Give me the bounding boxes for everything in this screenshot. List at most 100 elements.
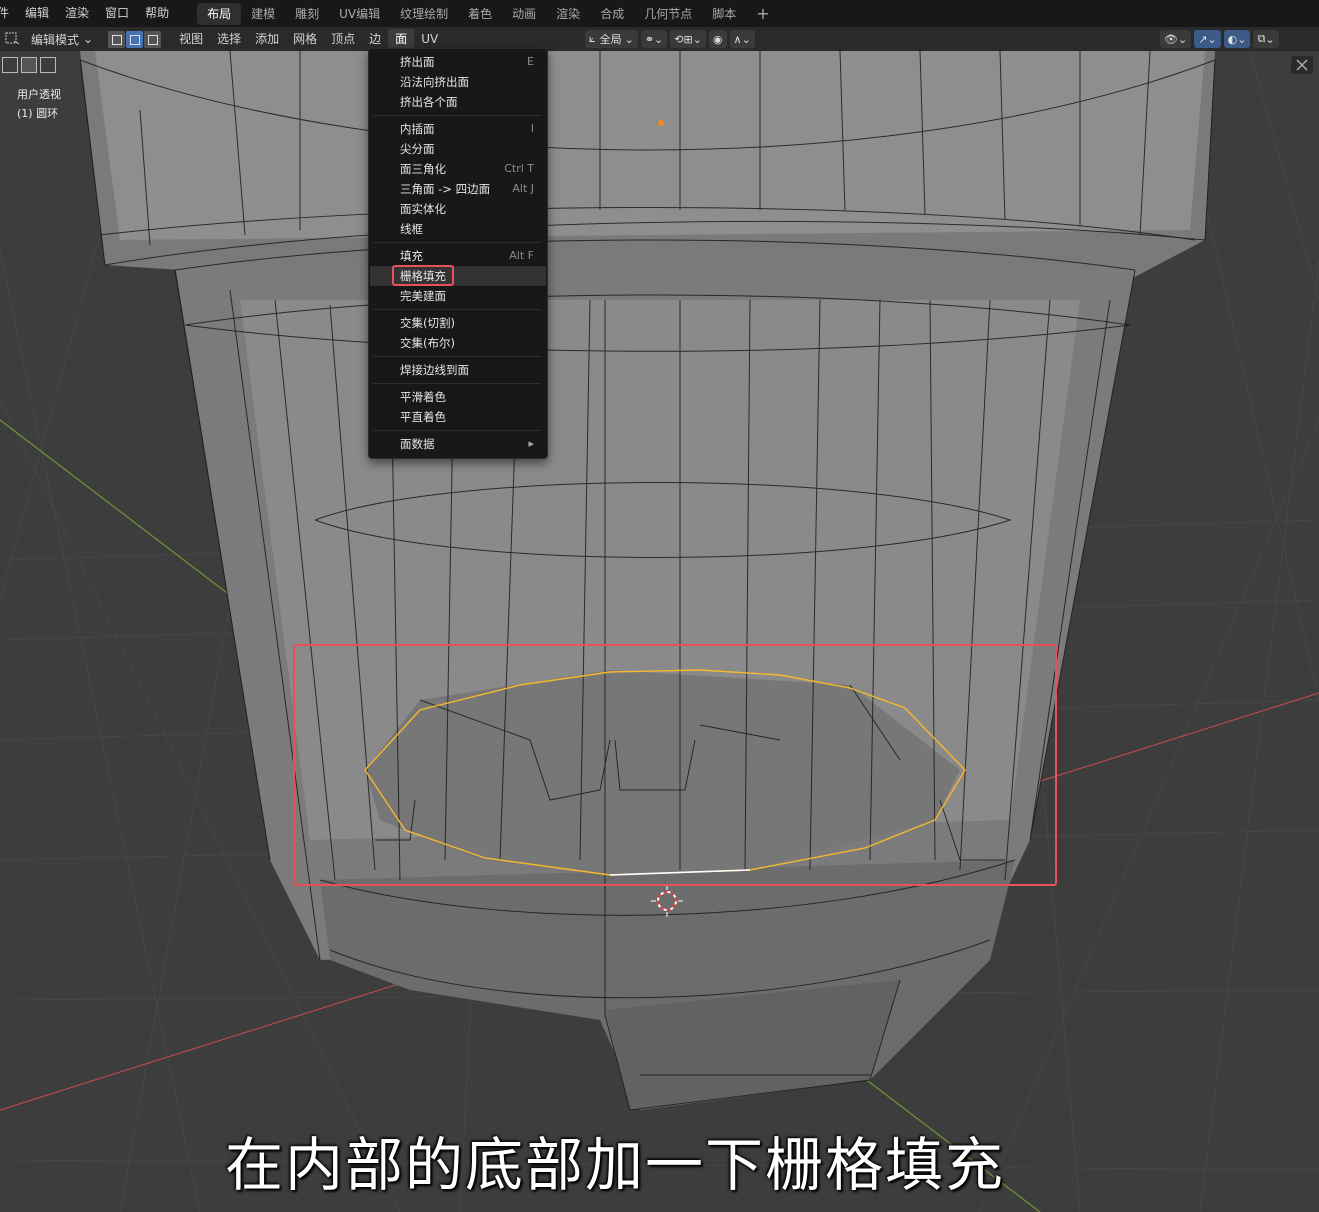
- header-menu-vertex[interactable]: 顶点: [324, 27, 362, 51]
- menu-separator: [373, 242, 541, 243]
- face-select-button[interactable]: [144, 30, 162, 48]
- header-menu-view[interactable]: 视图: [172, 27, 210, 51]
- pot-mesh: [80, 51, 1215, 1110]
- viewport-header: 编辑模式 ⌄ 视图 选择 添加 网格 顶点 边 面 UV ⟀ 全局 ⌄ ⚭ ⌄ ⟲…: [0, 27, 1319, 51]
- xray-dropdown[interactable]: ⧉ ⌄: [1253, 30, 1279, 48]
- snap-increment-icon: ⊞: [683, 32, 693, 46]
- chevron-down-icon: ⌄: [624, 32, 634, 46]
- annotation-highlight-box: [293, 644, 1057, 886]
- snap-dropdown[interactable]: ⟲ ⊞ ⌄: [670, 30, 706, 48]
- mode-label: 编辑模式: [31, 32, 80, 47]
- menu-item-label: 面实体化: [400, 202, 446, 216]
- menu-item-wireframe[interactable]: 线框: [370, 219, 546, 239]
- tutorial-caption: 在内部的底部加一下栅格填充: [224, 1131, 1005, 1199]
- 3d-viewport[interactable]: 用户透视 (1) 圆环: [0, 51, 1319, 1212]
- falloff-icon: ∧: [733, 32, 742, 46]
- menu-edit[interactable]: 编辑: [17, 0, 57, 27]
- falloff-dropdown[interactable]: ∧ ⌄: [729, 30, 755, 48]
- grid-fill-highlight-box: [392, 265, 454, 286]
- select-subtract-icon[interactable]: [40, 57, 56, 73]
- edge-select-button[interactable]: [126, 30, 144, 48]
- menu-item-label: 交集(切割): [400, 316, 455, 330]
- transform-tools: ⟀ 全局 ⌄ ⚭ ⌄ ⟲ ⊞ ⌄ ◉ ∧ ⌄: [585, 30, 758, 48]
- menu-item-label: 交集(布尔): [400, 336, 455, 350]
- select-box-icon[interactable]: [2, 57, 18, 73]
- menu-item-label: 焊接边线到面: [400, 363, 469, 377]
- overlay-dropdown[interactable]: ◐ ⌄: [1223, 30, 1251, 48]
- menu-item-solidify-faces[interactable]: 面实体化: [370, 199, 546, 219]
- menu-item-label: 完美建面: [400, 289, 446, 303]
- gizmo-dropdown[interactable]: ↗ ⌄: [1194, 30, 1221, 48]
- select-extend-icon[interactable]: [21, 57, 37, 73]
- add-workspace-button[interactable]: +: [746, 3, 779, 25]
- menu-item-extrude-along-normals[interactable]: 沿法向挤出面: [370, 72, 546, 92]
- proportional-edit-button[interactable]: ◉: [708, 30, 727, 48]
- header-menu-add[interactable]: 添加: [248, 27, 286, 51]
- menu-item-label: 平直着色: [400, 410, 446, 424]
- header-menu-face[interactable]: 面: [388, 29, 415, 49]
- object-name-label: (1) 圆环: [17, 107, 59, 120]
- tab-texture-paint[interactable]: 纹理绘制: [390, 3, 458, 25]
- pivot-point-dropdown[interactable]: ⚭ ⌄: [640, 30, 668, 48]
- menu-render[interactable]: 渲染: [57, 0, 97, 27]
- tab-shading[interactable]: 着色: [458, 3, 502, 25]
- menu-item-extrude-individual[interactable]: 挤出各个面: [370, 92, 546, 112]
- tool-mode-icons: [2, 57, 56, 73]
- menu-item-shade-flat[interactable]: 平直着色: [370, 407, 546, 427]
- menu-item-label: 挤出面: [400, 55, 435, 69]
- menu-item-weld-edges-into-faces[interactable]: 焊接边线到面: [370, 360, 546, 380]
- tab-sculpting[interactable]: 雕刻: [285, 3, 329, 25]
- visibility-dropdown[interactable]: 👁 ⌄: [1160, 30, 1192, 48]
- menu-separator: [373, 430, 541, 431]
- eye-icon: 👁: [1164, 32, 1178, 46]
- menu-item-poke-faces[interactable]: 尖分面: [370, 139, 546, 159]
- link-icon: ⚭: [644, 32, 655, 46]
- scene-canvas: [0, 51, 1319, 1212]
- menu-separator: [373, 356, 541, 357]
- snap-icon: ⟲: [674, 32, 684, 46]
- submenu-arrow-icon: ▸: [528, 437, 534, 450]
- navigation-icon[interactable]: [1291, 56, 1313, 74]
- menu-item-fill[interactable]: 填充 Alt F: [370, 246, 546, 266]
- menu-item-label: 面数据: [400, 437, 435, 451]
- menu-item-label: 挤出各个面: [400, 95, 458, 109]
- menu-file[interactable]: 件: [0, 0, 17, 27]
- chevron-down-icon: ⌄: [83, 32, 94, 46]
- vertex-select-button[interactable]: [108, 30, 126, 48]
- menu-item-beautify-faces[interactable]: 完美建面: [370, 286, 546, 306]
- menu-item-label: 面三角化: [400, 162, 446, 176]
- menu-help[interactable]: 帮助: [137, 0, 177, 27]
- transform-orientation-dropdown[interactable]: ⟀ 全局 ⌄: [585, 30, 638, 48]
- tab-layout[interactable]: 布局: [197, 2, 242, 25]
- tab-uv-editing[interactable]: UV编辑: [329, 3, 390, 25]
- editor-type-button[interactable]: [0, 29, 26, 49]
- tab-scripting[interactable]: 脚本: [702, 3, 746, 25]
- menu-item-intersect-knife[interactable]: 交集(切割): [370, 313, 546, 333]
- menu-item-tris-to-quads[interactable]: 三角面 -> 四边面 Alt J: [370, 179, 546, 199]
- tab-animation[interactable]: 动画: [502, 3, 546, 25]
- menu-item-shortcut: Ctrl T: [504, 162, 534, 175]
- menu-item-face-data[interactable]: 面数据 ▸: [370, 434, 546, 454]
- menu-item-label: 线框: [400, 222, 423, 236]
- xray-icon: ⧉: [1257, 32, 1266, 45]
- view-tools: 👁 ⌄ ↗ ⌄ ◐ ⌄ ⧉ ⌄: [1160, 30, 1282, 48]
- menu-item-shortcut: E: [527, 55, 534, 68]
- menu-item-intersect-boolean[interactable]: 交集(布尔): [370, 333, 546, 353]
- header-menu-mesh[interactable]: 网格: [286, 27, 324, 51]
- menu-item-inset-faces[interactable]: 内插面 I: [370, 119, 546, 139]
- menu-window[interactable]: 窗口: [97, 0, 137, 27]
- view-name-label: 用户透视: [17, 88, 61, 101]
- menu-item-triangulate[interactable]: 面三角化 Ctrl T: [370, 159, 546, 179]
- blender-window: 件 编辑 渲染 窗口 帮助 布局 建模 雕刻 UV编辑 纹理绘制 着色 动画 渲…: [0, 0, 1319, 1212]
- menu-separator: [373, 115, 541, 116]
- tab-rendering[interactable]: 渲染: [546, 3, 590, 25]
- move-view-icon: [1296, 59, 1308, 71]
- menu-item-extrude-faces[interactable]: 挤出面 E: [370, 52, 546, 72]
- header-menu-select[interactable]: 选择: [210, 27, 248, 51]
- menu-item-shade-smooth[interactable]: 平滑着色: [370, 387, 546, 407]
- tab-compositing[interactable]: 合成: [590, 3, 634, 25]
- tab-modeling[interactable]: 建模: [241, 3, 285, 25]
- gizmo-icon: ↗: [1198, 32, 1208, 46]
- mode-dropdown[interactable]: 编辑模式 ⌄: [26, 29, 98, 49]
- tab-geometry-nodes[interactable]: 几何节点: [634, 3, 702, 25]
